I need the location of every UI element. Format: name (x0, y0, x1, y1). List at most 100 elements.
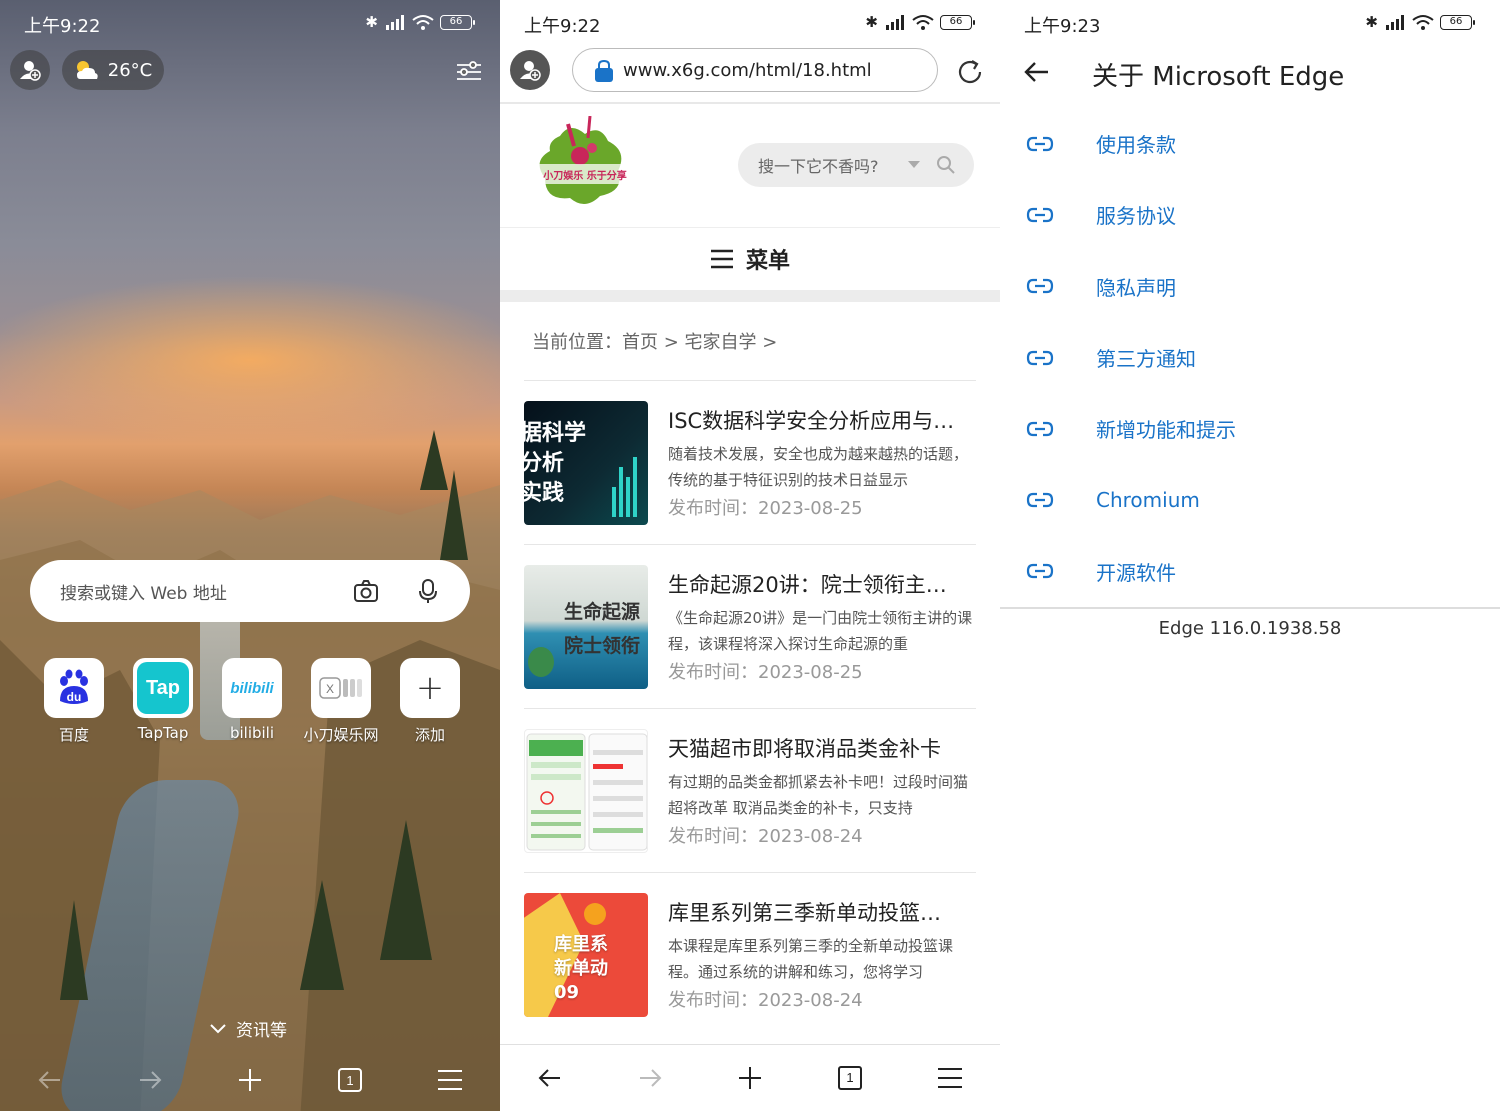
link-service-agreement[interactable]: 服务协议 (1000, 179, 1500, 250)
link-third-party-notices[interactable]: 第三方通知 (1000, 322, 1500, 393)
url-text: www.x6g.com/html/18.html (623, 59, 872, 81)
quick-links: du 百度 Tap TapTap bilibili bilibili X 小刀娱… (32, 658, 472, 745)
quick-link-bilibili[interactable]: bilibili bilibili (210, 658, 294, 745)
article-description: 有过期的品类金都抓紧去补卡吧！过段时间猫超将改革 取消品类金的补卡，只支持 (668, 773, 969, 817)
quick-link-taptap[interactable]: Tap TapTap (121, 658, 205, 745)
link-terms-of-use[interactable]: 使用条款 (1000, 108, 1500, 179)
profile-avatar-button[interactable] (10, 50, 50, 90)
quick-link-label: 小刀娱乐网 (303, 726, 379, 744)
version-text: Edge 116.0.1938.58 (1158, 618, 1342, 639)
link-label: 服务协议 (1096, 204, 1176, 229)
taptap-icon-text: Tap (137, 662, 189, 714)
chevron-down-icon (210, 1023, 226, 1033)
search-icon[interactable] (936, 155, 956, 175)
caret-down-icon[interactable] (908, 161, 920, 169)
arrow-left-icon (538, 1069, 560, 1087)
news-feed-toggle[interactable]: 资讯等 (210, 1016, 287, 1041)
secure-site-icon (595, 59, 613, 82)
signal-icon (386, 15, 404, 30)
link-label: 开源软件 (1096, 560, 1176, 585)
arrow-right-icon (140, 1071, 162, 1089)
status-time: 上午9:23 (1024, 16, 1101, 37)
page-title: 关于 Microsoft Edge (1092, 62, 1345, 92)
link-open-source[interactable]: 开源软件 (1000, 536, 1500, 607)
tree-decoration (440, 470, 468, 560)
new-tab-button[interactable] (235, 1065, 265, 1095)
article-title[interactable]: 生命起源20讲：院士领衔主… (668, 569, 976, 599)
article-thumbnail[interactable]: 生命起源 院士领衔 (524, 565, 648, 689)
article-item[interactable]: 生命起源 院士领衔 生命起源20讲：院士领衔主… 《生命起源20讲》是一门由院士… (524, 544, 976, 708)
article-title[interactable]: 库里系列第三季新单动投篮… (668, 897, 976, 927)
quick-link-baidu[interactable]: du 百度 (32, 658, 116, 745)
link-label: Chromium (1096, 488, 1200, 513)
wifi-icon (1412, 15, 1434, 30)
article-date: 发布时间：2023-08-25 (668, 498, 863, 519)
tabs-button[interactable]: 1 (335, 1065, 365, 1095)
refresh-icon[interactable] (956, 58, 984, 86)
url-input[interactable]: www.x6g.com/html/18.html (572, 48, 938, 92)
site-logo[interactable]: 小刀娱乐 乐于分享 (530, 115, 640, 216)
link-icon (1026, 207, 1054, 223)
plus-icon-text: + (415, 668, 445, 708)
quick-link-label: TapTap (137, 724, 189, 742)
microphone-icon[interactable] (414, 577, 442, 605)
svg-text:1: 1 (346, 1073, 353, 1088)
section-divider (500, 290, 1000, 302)
status-bar: 上午9:23 ✱ 66 (1000, 0, 1500, 46)
thumbnail-text: 据科学 分析 实践 (524, 421, 587, 506)
bluetooth-icon: ✱ (1365, 13, 1378, 31)
status-icons: ✱ 66 (1365, 13, 1475, 31)
customize-page-icon[interactable] (456, 60, 482, 82)
new-tab-button[interactable] (735, 1063, 765, 1093)
search-input[interactable]: 搜索或键入 Web 地址 (30, 560, 470, 622)
forward-button[interactable] (635, 1063, 665, 1093)
link-label: 新增功能和提示 (1096, 418, 1236, 443)
add-quick-link-button[interactable]: + 添加 (388, 658, 472, 745)
quick-link-xiaodao[interactable]: X 小刀娱乐网 (299, 658, 383, 745)
article-thumbnail[interactable]: 据科学 分析 实践 (524, 401, 648, 525)
taptap-icon: Tap (133, 658, 193, 718)
article-thumbnail[interactable] (524, 729, 648, 853)
link-whats-new[interactable]: 新增功能和提示 (1000, 393, 1500, 464)
back-arrow-icon[interactable] (1022, 58, 1050, 86)
article-thumbnail[interactable]: 库里系 新单动 09 (524, 893, 648, 1017)
divider (1000, 607, 1500, 609)
link-label: 使用条款 (1096, 133, 1176, 158)
article-item[interactable]: 天猫超市即将取消品类金补卡 有过期的品类金都抓紧去补卡吧！过段时间猫超将改革 取… (524, 708, 976, 872)
back-button[interactable] (535, 1063, 565, 1093)
new-tab-screen: 上午9:22 ✱ 66 26°C 搜索或键入 Web 地址 du 百度 Tap … (0, 0, 500, 1111)
article-item[interactable]: 库里系 新单动 09 库里系列第三季新单动投篮… 本课程是库里系列第三季的全新单… (524, 872, 976, 1036)
wifi-icon (412, 15, 434, 30)
site-search-input[interactable]: 搜一下它不香吗? (738, 143, 974, 187)
link-chromium[interactable]: Chromium (1000, 464, 1500, 535)
forward-button[interactable] (135, 1065, 165, 1095)
article-title[interactable]: 天猫超市即将取消品类金补卡 (668, 733, 976, 763)
status-bar: 上午9:22 ✱ 66 (0, 0, 500, 46)
wifi-icon (912, 15, 934, 30)
baidu-icon: du (44, 658, 104, 718)
article-date: 发布时间：2023-08-24 (668, 826, 863, 847)
tab-count: 1 (838, 1066, 862, 1090)
site-logo-text: 小刀娱乐 乐于分享 (542, 169, 626, 182)
tabs-button[interactable]: 1 (835, 1063, 865, 1093)
menu-button[interactable] (935, 1063, 965, 1093)
menu-button[interactable] (435, 1065, 465, 1095)
site-menu-button[interactable]: 菜单 (500, 228, 1000, 290)
weather-widget[interactable]: 26°C (62, 50, 164, 90)
back-button[interactable] (35, 1065, 65, 1095)
hamburger-icon (438, 1070, 462, 1090)
link-privacy-statement[interactable]: 隐私声明 (1000, 251, 1500, 322)
quick-link-label: 百度 (58, 726, 89, 744)
bilibili-icon: bilibili (222, 658, 282, 718)
arrow-left-icon (38, 1071, 60, 1089)
bar-graphic-icon (612, 457, 637, 517)
partly-cloudy-icon (76, 61, 98, 79)
link-icon (1026, 564, 1054, 579)
profile-avatar-button[interactable] (510, 50, 550, 90)
hamburger-icon (710, 249, 733, 269)
article-item[interactable]: 据科学 分析 实践 ISC数据科学安全分析应用与… 随着技术发展，安全也成为越来… (524, 380, 976, 544)
breadcrumb: 当前位置：首页 > 宅家自学 > (532, 332, 778, 353)
camera-search-icon[interactable] (352, 577, 380, 605)
article-title[interactable]: ISC数据科学安全分析应用与… (668, 405, 976, 435)
bilibili-icon-text: bilibili (230, 679, 274, 697)
